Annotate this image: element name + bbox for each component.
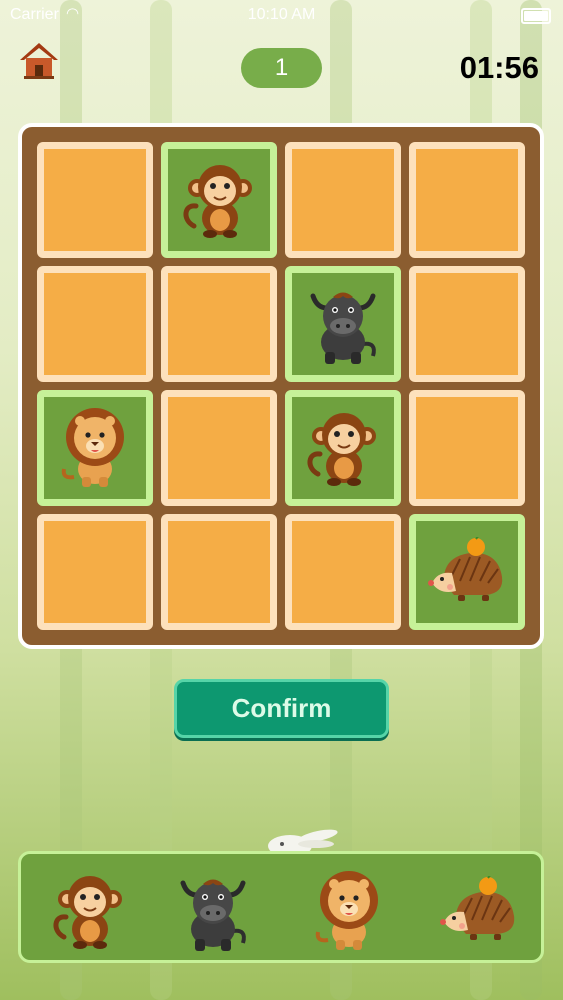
- memory-board: [18, 123, 544, 649]
- tile-hidden[interactable]: [161, 390, 277, 506]
- tile-hidden[interactable]: [161, 514, 277, 630]
- bull-icon: [180, 879, 246, 951]
- tray-monkey[interactable]: [45, 868, 133, 954]
- tile-hidden[interactable]: [161, 266, 277, 382]
- animal-tray: [18, 851, 544, 963]
- status-bar: Carrier ◠ 10:10 AM: [0, 0, 563, 32]
- tray-bull[interactable]: [169, 868, 257, 954]
- tile-monkey[interactable]: [161, 142, 277, 258]
- tile-bull[interactable]: [285, 266, 401, 382]
- tile-hidden[interactable]: [37, 266, 153, 382]
- hedgehog-icon: [428, 537, 503, 601]
- battery-icon: [521, 8, 551, 24]
- home-icon: [20, 43, 58, 79]
- clock: 10:10 AM: [247, 6, 316, 23]
- tile-hidden[interactable]: [409, 390, 525, 506]
- monkey-icon: [183, 165, 252, 238]
- tile-hidden[interactable]: [409, 142, 525, 258]
- home-button[interactable]: [18, 40, 60, 82]
- hedgehog-icon: [440, 876, 515, 940]
- tile-hidden[interactable]: [285, 514, 401, 630]
- lion-icon: [315, 871, 378, 950]
- confirm-button[interactable]: Confirm: [174, 679, 389, 738]
- monkey-icon: [53, 876, 122, 949]
- tile-hidden[interactable]: [37, 514, 153, 630]
- tile-hidden[interactable]: [409, 266, 525, 382]
- tile-hedgehog[interactable]: [409, 514, 525, 630]
- tile-monkey[interactable]: [285, 390, 401, 506]
- lion-icon: [61, 408, 124, 487]
- tile-hidden[interactable]: [37, 142, 153, 258]
- countdown-timer: 01:56: [459, 50, 539, 85]
- round-counter: 1: [241, 48, 322, 88]
- tile-lion[interactable]: [37, 390, 153, 506]
- bull-icon: [310, 292, 376, 364]
- tray-hedgehog[interactable]: [435, 868, 523, 954]
- monkey-icon: [307, 413, 376, 486]
- tile-hidden[interactable]: [285, 142, 401, 258]
- tray-lion[interactable]: [305, 868, 393, 954]
